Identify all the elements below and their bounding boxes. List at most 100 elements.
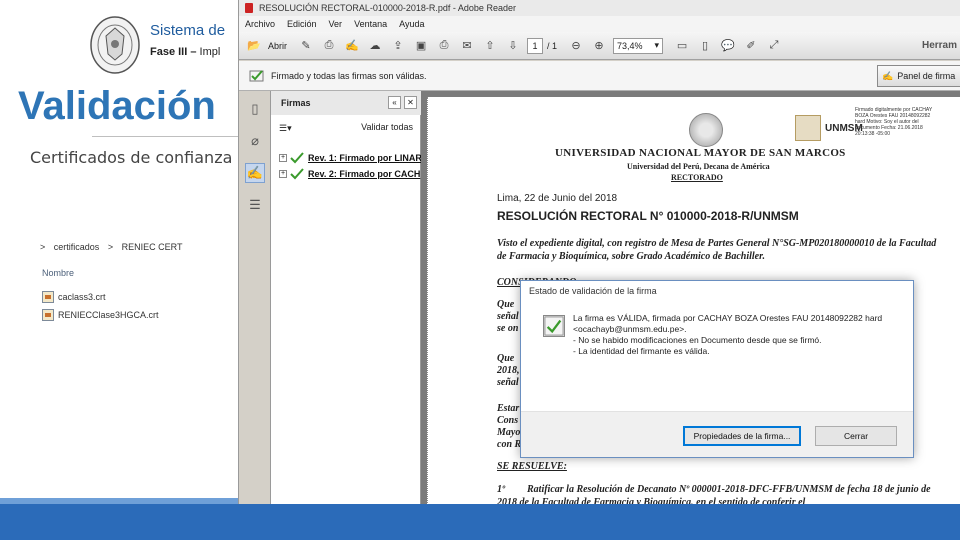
office-name: RECTORADO (671, 173, 723, 182)
zoom-out-icon[interactable]: ⊖ (567, 37, 585, 55)
footer-band (0, 504, 960, 540)
file-item[interactable]: RENIECClase3HGCA.crt (42, 308, 159, 322)
certificate-file-icon (42, 309, 54, 321)
close-button[interactable]: Cerrar (815, 426, 897, 446)
paragraph-fragment: Mayo (497, 427, 521, 438)
menu-ver[interactable]: Ver (329, 19, 343, 29)
validate-all-button[interactable]: Validar todas (361, 122, 413, 132)
signature-valid-icon (249, 69, 264, 81)
menu-ventana[interactable]: Ventana (354, 19, 387, 29)
university-crest-icon (90, 16, 140, 74)
paragraph-fragment: Que (497, 299, 515, 310)
attachment-icon[interactable]: ⌀ (245, 131, 265, 151)
slide-canvas: Sistema de Fase III – Impl Validación Ce… (0, 0, 960, 540)
fit-width-icon[interactable]: ▯ (696, 37, 714, 55)
menu-ayuda[interactable]: Ayuda (399, 19, 424, 29)
paragraph-fragment: con R (497, 439, 522, 450)
slide-subtitle-rest: Impl (196, 46, 221, 58)
article-number: 1º (497, 484, 505, 495)
open-button-label[interactable]: Abrir (268, 41, 287, 51)
upload-icon[interactable]: ☁ (366, 37, 384, 55)
open-folder-icon[interactable]: 📂 (245, 37, 263, 55)
dialog-body: La firma es VÁLIDA, firmada por CACHAY B… (521, 301, 913, 411)
expand-icon[interactable]: ⤢ (765, 37, 783, 55)
signature-panel-button[interactable]: ✍ Panel de firma (877, 65, 960, 87)
signature-panel-label: Panel de firma (897, 71, 956, 81)
file-item[interactable]: caclass3.crt (42, 290, 106, 304)
signature-label: Rev. 1: Firmado por LINAR (308, 153, 422, 163)
page-number-input[interactable]: 1 (527, 37, 544, 54)
save-icon[interactable]: ▣ (412, 37, 430, 55)
dialog-line: La firma es VÁLIDA, firmada por CACHAY B… (573, 313, 883, 323)
slide-header-title: Sistema de (150, 22, 226, 39)
previous-page-icon[interactable]: ⇧ (481, 37, 499, 55)
digital-signature-stamp[interactable]: Firmado digitalmente por CACHAY BOZA Ore… (855, 107, 935, 137)
close-panel-icon[interactable]: ✕ (404, 96, 417, 109)
breadcrumb-separator: > (107, 242, 114, 252)
window-titlebar[interactable]: RESOLUCIÓN RECTORAL-010000-2018-R.pdf - … (239, 0, 960, 16)
section-label: Certificados de confianza (30, 148, 233, 167)
breadcrumb: > certificados > RENIEC CERT (40, 242, 188, 252)
university-tagline: Universidad del Perú, Decana de América (627, 162, 770, 171)
expand-icon[interactable]: + (279, 154, 287, 162)
se-resuelve-heading: SE RESUELVE: (497, 461, 567, 472)
dialog-line: - La identidad del firmante es válida. (573, 346, 710, 356)
expand-icon[interactable]: + (279, 170, 287, 178)
share-icon[interactable]: ⇪ (389, 37, 407, 55)
valid-signature-icon (543, 315, 565, 337)
slide-subtitle: Fase III – Impl (150, 46, 220, 58)
file-name: RENIECClase3HGCA.crt (58, 310, 159, 320)
paragraph-fragment: señal (497, 311, 519, 322)
tools-button[interactable]: Herram (922, 40, 957, 51)
paragraph-fragment: Que (497, 353, 515, 364)
print-icon[interactable]: ⎙ (435, 37, 453, 55)
highlight-icon[interactable]: ✐ (742, 37, 760, 55)
paragraph-fragment: 2018, (497, 365, 520, 376)
zoom-select[interactable]: 73,4% ▾ (613, 37, 664, 54)
collapse-panel-icon[interactable]: « (388, 96, 401, 109)
signature-status-message: Firmado y todas las firmas son válidas. (271, 70, 427, 81)
signature-properties-button[interactable]: Propiedades de la firma... (683, 426, 801, 446)
dialog-line: - No se habido modificaciones en Documen… (573, 335, 822, 345)
university-name: UNIVERSIDAD NACIONAL MAYOR DE SAN MARCOS (555, 147, 846, 159)
paragraph-fragment: se on (497, 323, 519, 334)
signature-status-bar: Firmado y todas las firmas son válidas. … (239, 61, 960, 91)
pdf-file-icon (245, 3, 253, 13)
paragraph-fragment: señal (497, 377, 519, 388)
menu-edicion[interactable]: Edición (287, 19, 317, 29)
breadcrumb-separator: > (40, 242, 46, 252)
paragraph-fragment: Estar (497, 403, 520, 414)
pages-icon[interactable]: ▯ (245, 99, 265, 119)
university-seal-icon (689, 113, 723, 147)
email-icon[interactable]: ✉ (458, 37, 476, 55)
document-date: Lima, 22 de Junio del 2018 (497, 193, 618, 204)
signature-row[interactable]: + Rev. 2: Firmado por CACH (279, 167, 420, 181)
window-title: RESOLUCIÓN RECTORAL-010000-2018-R.pdf - … (259, 3, 516, 13)
signatures-icon[interactable]: ✍ (245, 163, 265, 183)
signatures-panel-header: Firmas « ✕ (271, 91, 421, 115)
main-toolbar: 📂 Abrir ✎ ⎙ ✍ ☁ ⇪ ▣ ⎙ ✉ ⇧ ⇩ 1 / 1 ⊖ ⊕ 73… (239, 32, 960, 60)
unmsm-logo-icon (795, 115, 821, 141)
menu-archivo[interactable]: Archivo (245, 19, 275, 29)
article-text: Ratificar la Resolución de Decanato Nº 0… (497, 484, 931, 504)
sign-icon[interactable]: ✍ (343, 37, 361, 55)
comment-icon[interactable]: 💬 (719, 37, 737, 55)
create-pdf-icon[interactable]: ⎙ (320, 37, 338, 55)
navigation-strip: ▯ ⌀ ✍ ☰ (239, 91, 271, 504)
title-divider (92, 136, 240, 137)
zoom-in-icon[interactable]: ⊕ (590, 37, 608, 55)
options-menu-icon[interactable]: ☰▾ (279, 123, 292, 134)
fit-page-icon[interactable]: ▭ (673, 37, 691, 55)
file-name: caclass3.crt (58, 292, 106, 302)
breadcrumb-item-certificados[interactable]: certificados (54, 242, 100, 252)
signature-row[interactable]: + Rev. 1: Firmado por LINAR (279, 151, 422, 165)
dialog-footer: Propiedades de la firma... Cerrar (521, 411, 913, 457)
layers-icon[interactable]: ☰ (245, 195, 265, 215)
next-page-icon[interactable]: ⇩ (504, 37, 522, 55)
edit-document-icon[interactable]: ✎ (297, 37, 315, 55)
column-header-name[interactable]: Nombre (42, 268, 74, 278)
dialog-line: <ocachayb@unmsm.edu.pe>. (573, 324, 687, 334)
dialog-title: Estado de validación de la firma (529, 286, 657, 296)
signatures-panel-title: Firmas (281, 98, 311, 108)
breadcrumb-item-reniec[interactable]: RENIEC CERT (122, 242, 183, 252)
